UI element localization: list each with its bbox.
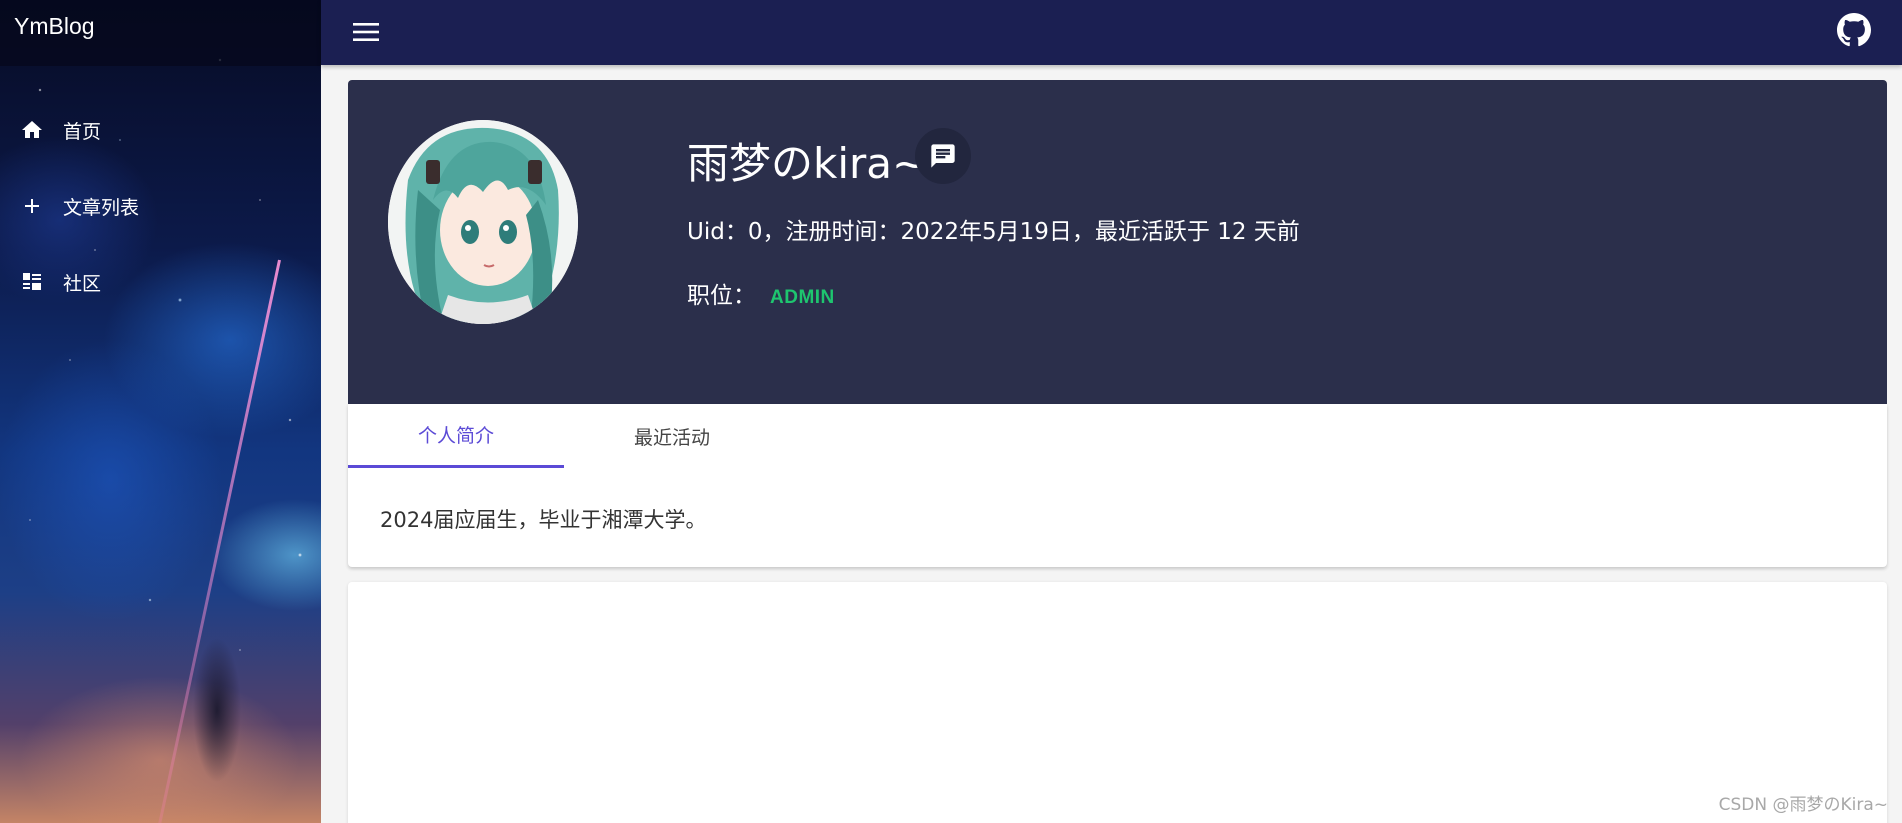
top-app-bar [321,0,1902,65]
sidebar: YmBlog 首页 文章列表 社区 [0,0,321,823]
watermark: CSDN @雨梦のKira~ [1718,795,1888,815]
brand-title[interactable]: YmBlog [14,13,95,40]
plus-icon [19,193,45,219]
send-message-button[interactable] [915,128,971,184]
role-label: 职位： [687,283,756,309]
intro-text: 2024届应届生，毕业于湘潭大学。 [380,508,707,532]
sidebar-item-community[interactable]: 社区 [0,244,321,320]
sidebar-item-label: 文章列表 [63,196,140,219]
tab-intro[interactable]: 个人简介 [348,404,564,468]
menu-button[interactable] [349,15,383,49]
sidebar-nav: 首页 文章列表 社区 [0,92,321,320]
sidebar-header: YmBlog [0,0,321,66]
profile-meta: Uid：0，注册时间：2022年5月19日，最近活跃于 12 天前 [687,219,1300,245]
silhouette-decoration [182,610,252,810]
role-badge: ADMIN [770,287,835,308]
profile-tabs-card: 个人简介 最近活动 2024届应届生，毕业于湘潭大学。 [348,404,1887,567]
github-button[interactable] [1834,10,1874,50]
sidebar-item-label: 首页 [63,120,102,143]
avatar[interactable] [388,120,578,324]
github-icon [1837,13,1871,47]
profile-header-card: 雨梦のkira~ Uid：0，注册时间：2022年5月19日，最近活跃于 12 … [348,80,1887,404]
profile-role: 职位： ADMIN [687,276,835,310]
dashboard-list-icon [19,269,45,295]
sidebar-item-label: 社区 [63,272,102,295]
content-card [348,582,1887,823]
sidebar-item-home[interactable]: 首页 [0,92,321,168]
tab-bar: 个人简介 最近活动 [348,404,780,468]
home-icon [19,117,45,143]
message-icon [931,144,955,168]
profile-username: 雨梦のkira~ [687,139,928,188]
sidebar-item-articles[interactable]: 文章列表 [0,168,321,244]
avatar-image [388,120,578,324]
tab-recent-activity[interactable]: 最近活动 [564,404,780,468]
menu-icon [353,23,379,41]
